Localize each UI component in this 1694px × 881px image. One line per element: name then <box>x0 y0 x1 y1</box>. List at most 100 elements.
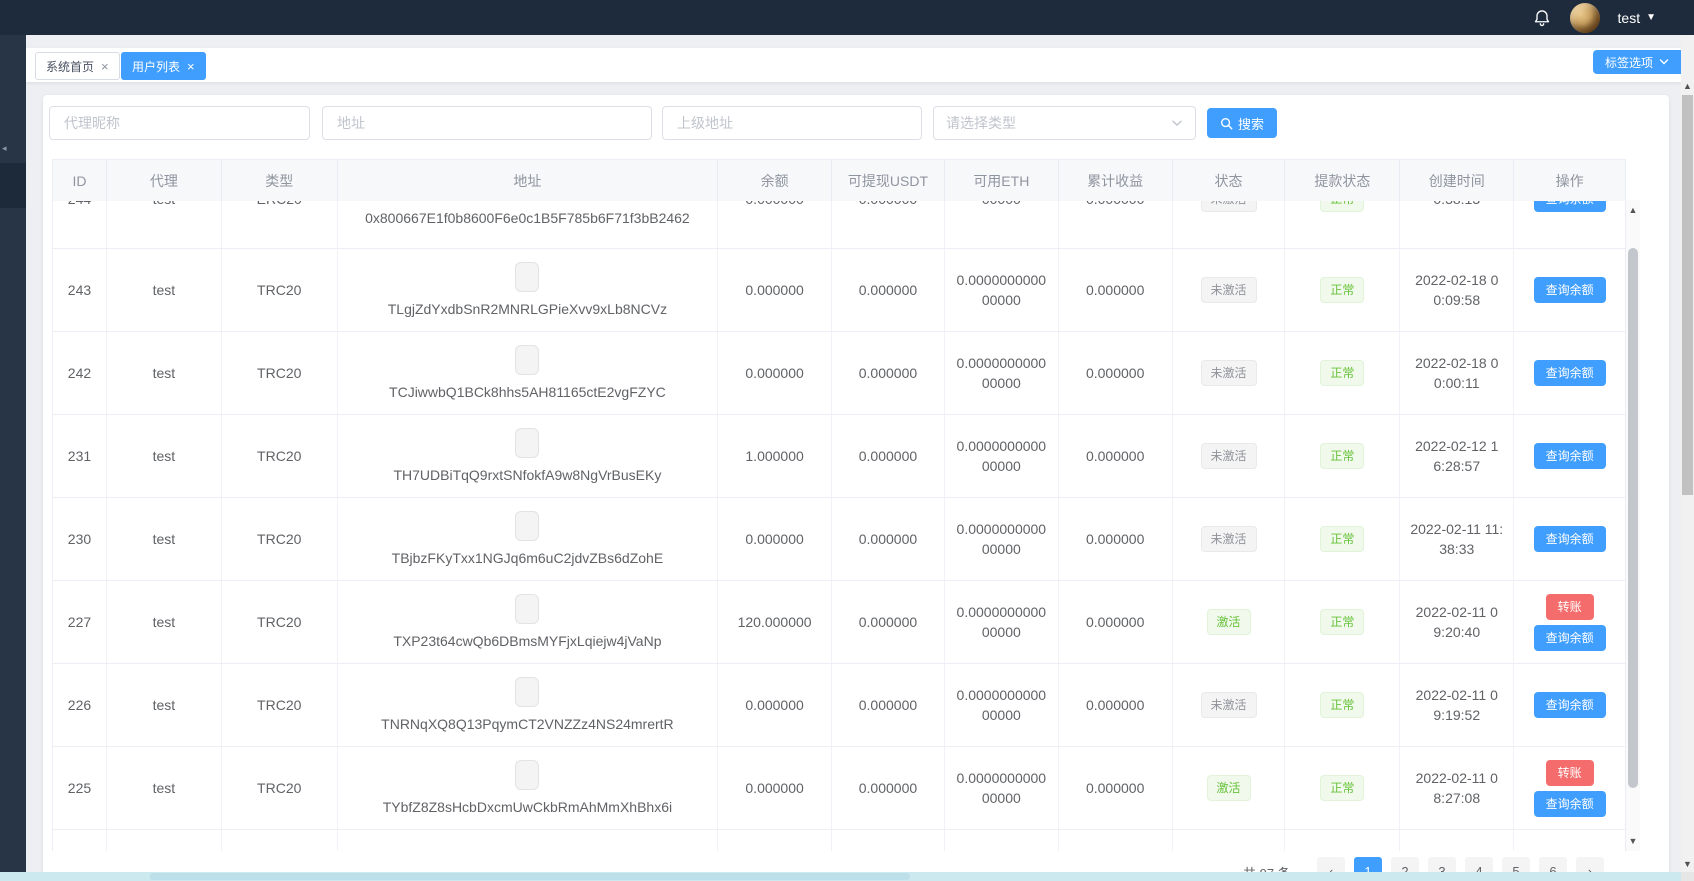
address-text: TBjbzFKyTxx1NGJq6m6uC2jdvZBs6dZohE <box>391 549 664 566</box>
sidebar-active-item[interactable] <box>0 163 26 208</box>
scroll-down-arrow-icon[interactable]: ▼ <box>1681 856 1694 872</box>
cell-available-eth: 00000 <box>945 201 1059 248</box>
status-badge: 未激活 <box>1200 360 1257 386</box>
cell-type: TRC20 <box>222 249 338 331</box>
cell-status: 未激活 <box>1173 498 1286 580</box>
cell-created-time: 2022-02-18 0 0:00:11 <box>1400 332 1515 414</box>
table-row: 242 test TRC20 TCJiwwbQ1BCk8hhs5AH81165ctE2… <box>53 332 1625 415</box>
created-line: 0:00:11 <box>1433 375 1480 391</box>
status-badge: 未激活 <box>1200 692 1257 718</box>
query-balance-button[interactable]: 查询余额 <box>1533 790 1606 817</box>
cell-total-income: 0.000000 <box>1059 249 1173 331</box>
table-scrollbar[interactable]: ▲ ▼ <box>1626 200 1640 851</box>
query-balance-button[interactable]: 查询余额 <box>1533 277 1606 303</box>
cell-balance <box>718 830 833 851</box>
created-line: 0:38:13 <box>1433 201 1480 209</box>
cell-balance: 120.000000 <box>718 581 833 663</box>
page-scrollbar-thumb[interactable] <box>1682 95 1693 495</box>
query-balance-button[interactable]: 查询余额 <box>1533 201 1606 212</box>
scroll-up-arrow-icon[interactable]: ▲ <box>1626 202 1640 218</box>
column-header: 提款状态 <box>1285 160 1401 201</box>
cell-agent: test <box>107 498 222 580</box>
table-scrollbar-thumb[interactable] <box>1628 248 1638 788</box>
query-balance-button[interactable]: 查询余额 <box>1533 526 1606 552</box>
eth-line: 0.0000000000 <box>956 770 1047 786</box>
cell-address: TXP23t64cwQb6DBmsMYFjxLqiejw4jVaNp <box>338 581 719 663</box>
parent-address-input[interactable] <box>662 106 922 140</box>
agent-nickname-input[interactable] <box>49 106 310 140</box>
chevron-down-icon <box>1172 120 1182 126</box>
withdraw-status-badge: 正常 <box>1320 692 1365 718</box>
cell-withdraw-status: 正常 <box>1285 581 1401 663</box>
query-balance-button[interactable]: 查询余额 <box>1533 692 1606 718</box>
app-window: test ▼ ◂ 系统首页 × 用户列表 × 标签选项 代理昵称 地址 上级地址… <box>0 0 1694 881</box>
created-line: 8:27:08 <box>1433 790 1481 806</box>
eth-line: 00000 <box>981 624 1021 640</box>
cell-available-eth: 0.0000000000 00000 <box>945 581 1059 663</box>
status-badge: 未激活 <box>1200 443 1257 469</box>
scroll-up-arrow-icon[interactable]: ▲ <box>1681 78 1694 94</box>
cell-actions: 查询余额 <box>1514 498 1625 580</box>
table-row: 231 test TRC20 TH7UDBiTqQ9rxtSNfokfA9w8NgVr… <box>53 415 1625 498</box>
status-badge: 激活 <box>1206 609 1251 635</box>
sidebar-collapsed[interactable]: ◂ <box>0 35 26 872</box>
cell-id: 244 <box>53 201 107 248</box>
created-line: 0:09:58 <box>1433 292 1481 308</box>
column-header: 地址 <box>338 160 719 201</box>
cell-id <box>53 830 107 851</box>
eth-line: 00000 <box>982 201 1021 209</box>
eth-line: 0.0000000000 <box>956 438 1047 454</box>
cell-created-time <box>1400 830 1515 851</box>
transfer-button[interactable]: 转账 <box>1545 759 1594 786</box>
user-menu[interactable]: test ▼ <box>1618 10 1656 26</box>
cell-id: 243 <box>53 249 107 331</box>
cell-id: 225 <box>53 747 107 829</box>
notification-bell-icon[interactable] <box>1532 8 1552 28</box>
cell-balance: 0.000000 <box>718 332 833 414</box>
table-row: 230 test TRC20 TBjbzFKyTxx1NGJq6m6uC2jdvZBs… <box>53 498 1625 581</box>
cell-created-time: 0:38:13 <box>1400 201 1515 248</box>
cell-created-time: 2022-02-11 0 9:20:40 <box>1400 581 1515 663</box>
address-text: TXP23t64cwQb6DBmsMYFjxLqiejw4jVaNp <box>393 632 662 649</box>
page-scrollbar[interactable]: ▲ ▼ <box>1681 35 1694 872</box>
tab-system-home[interactable]: 系统首页 × <box>35 52 120 80</box>
cell-total-income: 0.000000 <box>1059 498 1173 580</box>
column-header: 代理 <box>107 160 222 201</box>
query-balance-button[interactable]: 查询余额 <box>1533 624 1606 651</box>
qr-image-placeholder <box>515 427 540 458</box>
search-button[interactable]: 搜索 <box>1207 108 1277 138</box>
cell-address: TYbfZ8Z8sHcbDxcmUwCkbRmAhMmXhBhx6i <box>338 747 719 829</box>
type-select[interactable]: 请选择类型 <box>933 106 1196 140</box>
address-input[interactable] <box>322 106 652 140</box>
horizontal-scrollbar[interactable] <box>0 872 1681 881</box>
tag-options-button[interactable]: 标签选项 <box>1593 50 1681 74</box>
horizontal-scrollbar-thumb[interactable] <box>150 873 910 880</box>
table-row: 226 test TRC20 TNRNqXQ8Q13PqymCT2VNZZz4NS24… <box>53 664 1625 747</box>
cell-balance: 0.000000 <box>718 747 833 829</box>
action-buttons: 查询余额 <box>1533 526 1606 552</box>
eth-line: 00000 <box>981 790 1021 806</box>
address-text: TCJiwwbQ1BCk8hhs5AH81165ctE2vgFZYC <box>389 383 666 400</box>
cell-withdraw-status <box>1285 830 1401 851</box>
close-icon[interactable]: × <box>101 60 109 73</box>
cell-withdraw-status: 正常 <box>1285 498 1401 580</box>
user-avatar[interactable] <box>1569 2 1600 33</box>
scroll-down-arrow-icon[interactable]: ▼ <box>1626 833 1640 849</box>
action-buttons: 查询余额 <box>1533 443 1606 469</box>
query-balance-button[interactable]: 查询余额 <box>1533 443 1606 469</box>
transfer-button[interactable]: 转账 <box>1545 593 1594 620</box>
cell-address: TH7UDBiTqQ9rxtSNfokfA9w8NgVrBusEKy <box>338 415 719 497</box>
cell-withdrawable-usdt: 0.000000 <box>832 747 945 829</box>
content-card: 请选择类型 搜索 ID代理类型地址余额可提现USDT可用ETH累计收益状态提款状… <box>43 95 1669 881</box>
address-text: TYbfZ8Z8sHcbDxcmUwCkbRmAhMmXhBhx6i <box>382 798 673 815</box>
tab-user-list[interactable]: 用户列表 × <box>121 52 206 80</box>
query-balance-button[interactable]: 查询余额 <box>1533 360 1606 386</box>
cell-total-income: 0.000000 <box>1059 332 1173 414</box>
cell-available-eth: 0.0000000000 00000 <box>945 249 1059 331</box>
cell-total-income: 0.000000 <box>1059 415 1173 497</box>
cell-address: 0x800667E1f0b8600F6e0c1B5F785b6F71f3bB24… <box>338 201 719 248</box>
withdraw-status-badge: 正常 <box>1320 526 1365 552</box>
users-table: ID代理类型地址余额可提现USDT可用ETH累计收益状态提款状态创建时间 操作 2… <box>52 159 1626 851</box>
status-badge: 未激活 <box>1200 201 1257 212</box>
close-icon[interactable]: × <box>187 60 195 73</box>
